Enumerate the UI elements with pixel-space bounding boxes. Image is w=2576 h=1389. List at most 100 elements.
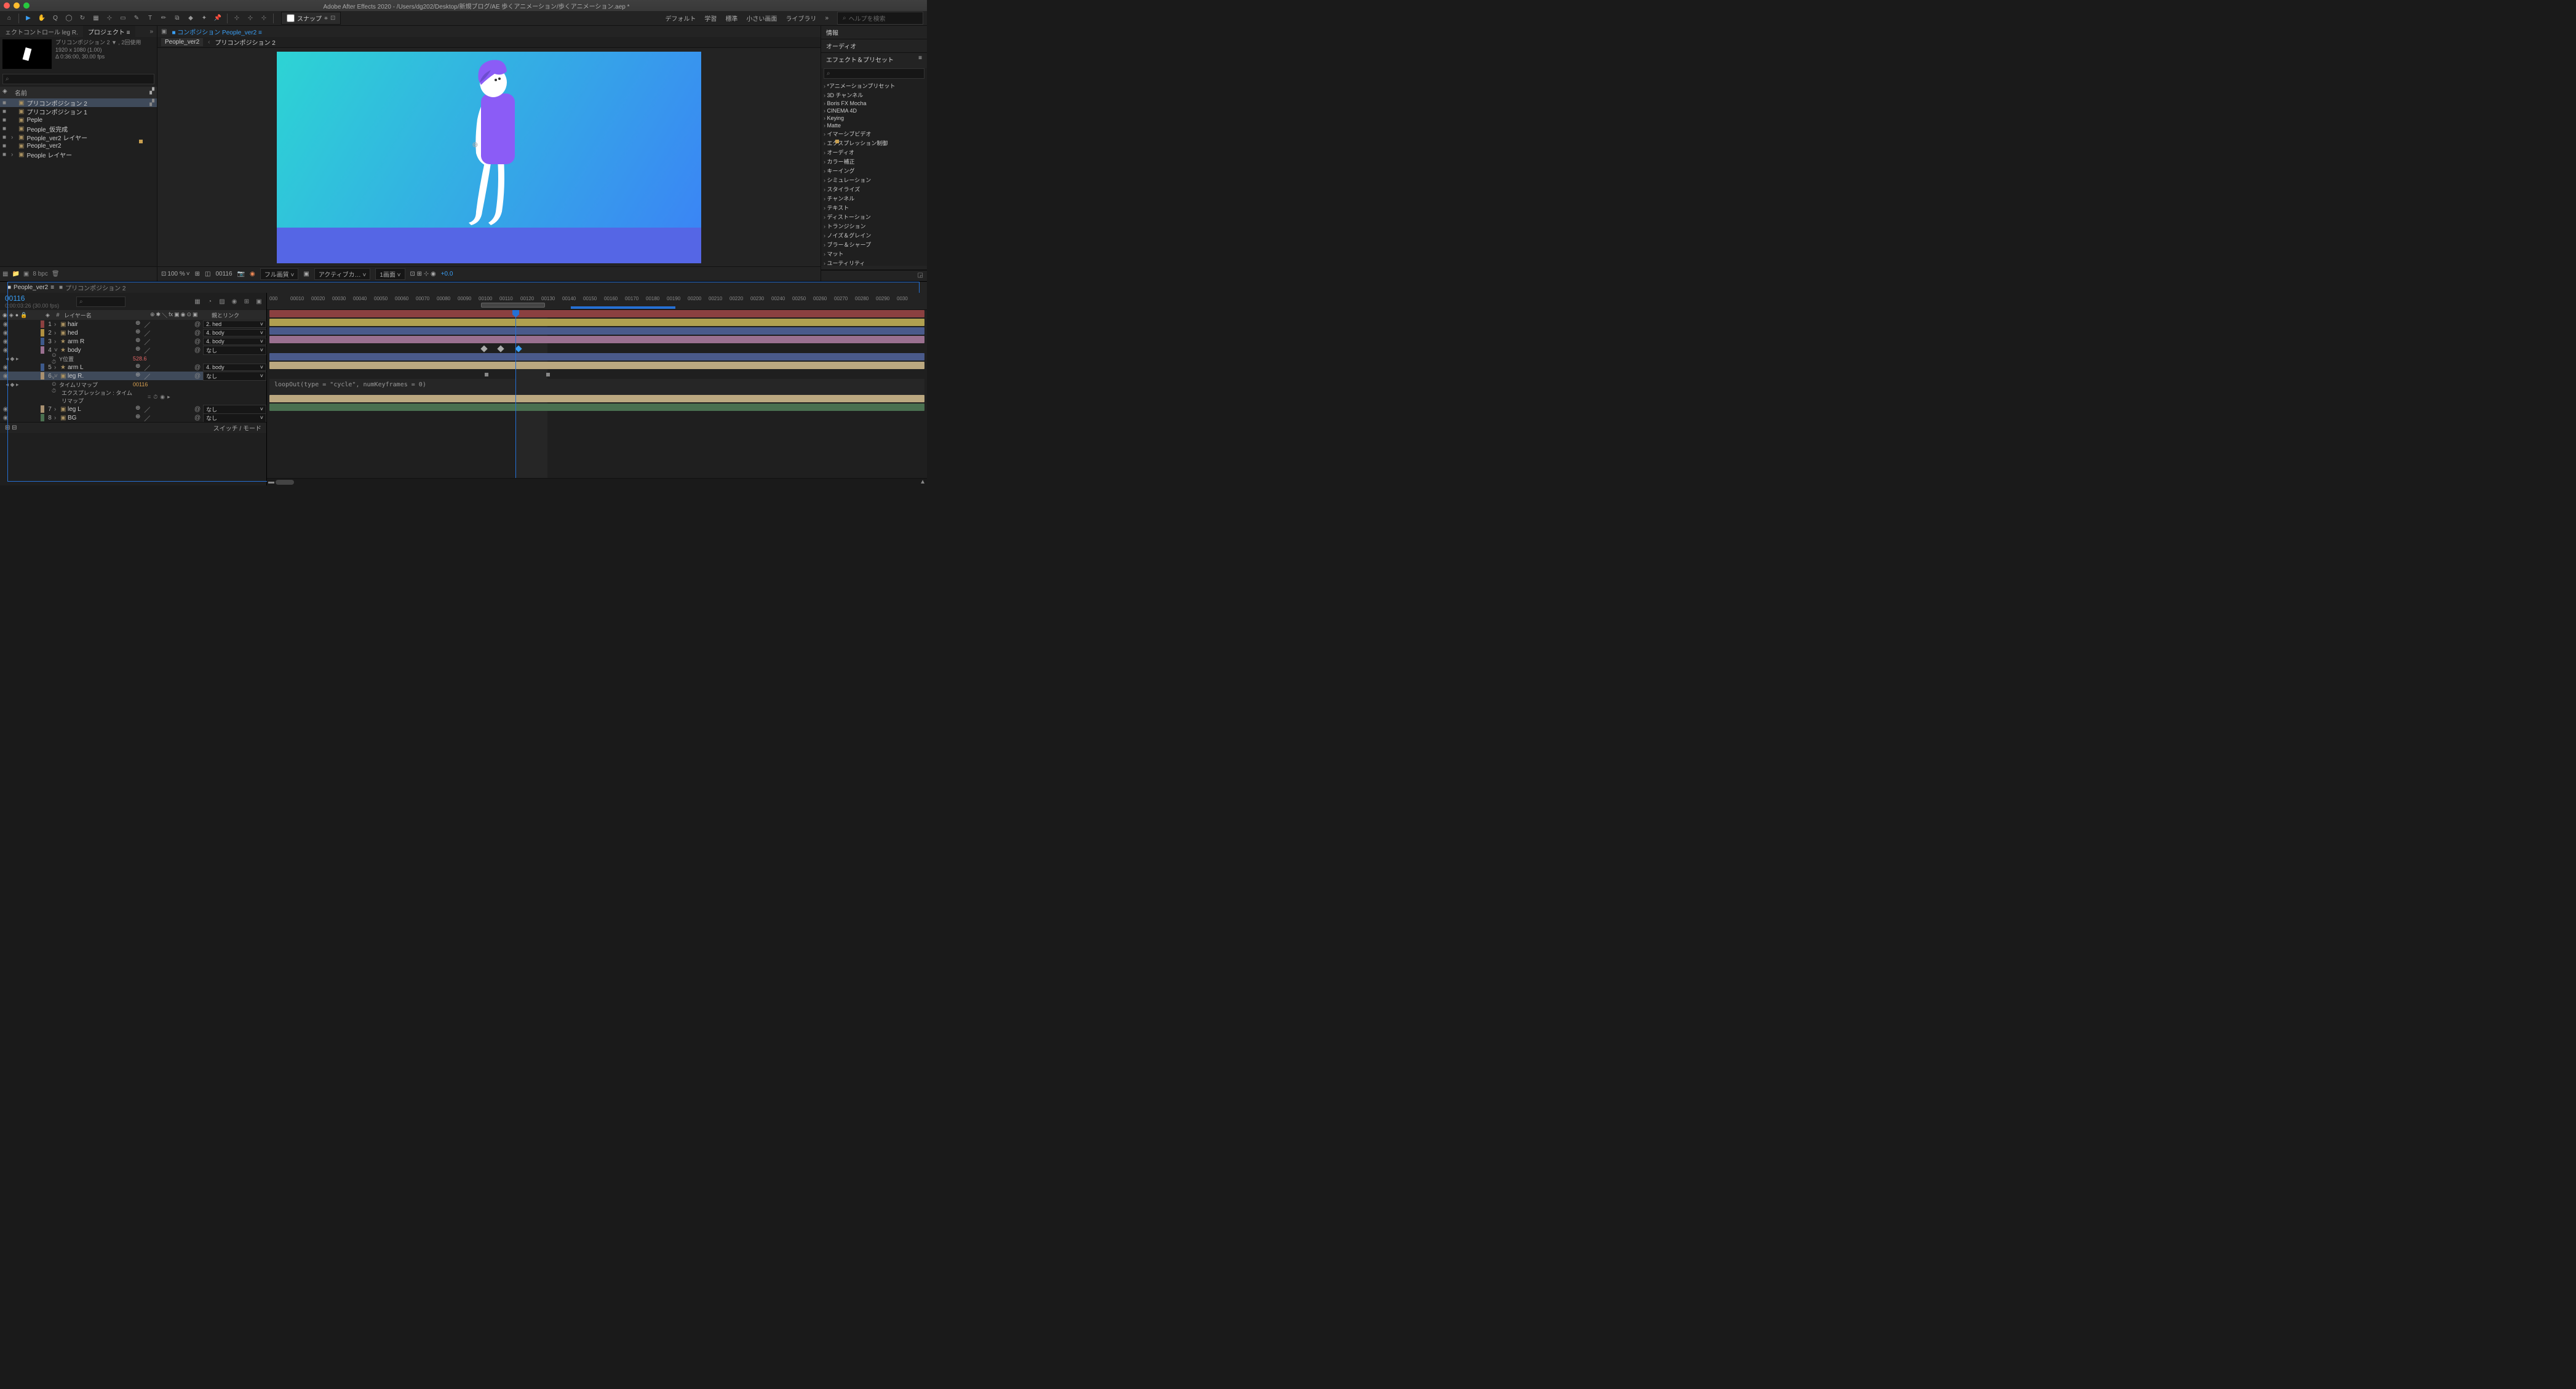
project-item[interactable]: ■›▣People レイヤー xyxy=(0,150,157,159)
project-item[interactable]: ■▣プリコンポジション 2▞ xyxy=(0,98,157,107)
current-time[interactable]: 00116 0:00:03:26 (30.00 fps) xyxy=(0,293,74,310)
snapshot-icon[interactable]: 📷 xyxy=(237,271,245,277)
property-row[interactable]: ◂ ◆ ▸⊙ ⏱Y位置528.6 xyxy=(0,354,266,363)
project-item[interactable]: ■▣プリコンポジション 1 xyxy=(0,107,157,116)
layer-row[interactable]: ◉ 2 › ▣ hed ⊕／ @4. body˅ xyxy=(0,328,266,337)
parent-select[interactable]: なし˅ xyxy=(203,372,266,381)
type-column-icon[interactable]: ▞ xyxy=(149,88,154,97)
resolution-select[interactable]: フル画質 ˅ xyxy=(260,268,299,280)
exposure[interactable]: +0.0 xyxy=(441,271,453,277)
puppet-tool-icon[interactable]: 📌 xyxy=(212,13,223,24)
layer-bar[interactable] xyxy=(269,404,924,411)
anchor-tool-icon[interactable]: ⊹ xyxy=(104,13,115,24)
graph-icon[interactable]: ⊞ xyxy=(242,297,252,306)
trash-icon[interactable]: 🗑 xyxy=(52,271,60,277)
help-search[interactable]: ⌕ ヘルプを検索 xyxy=(837,12,923,25)
frame-blend-icon[interactable]: ▨ xyxy=(217,297,227,306)
effects-panel-header[interactable]: エフェクト＆プリセット≡ xyxy=(821,53,927,66)
project-search[interactable]: ⌕ xyxy=(2,74,154,84)
folder-icon[interactable]: 📁 xyxy=(12,271,19,277)
canvas[interactable]: ⊕ xyxy=(277,52,701,263)
effect-category[interactable]: スタイライズ xyxy=(824,185,924,194)
name-column[interactable]: 名前 xyxy=(15,88,27,97)
snap-toggle[interactable]: スナップ ⚹ ⊡ xyxy=(281,12,341,25)
label-column-icon[interactable]: ◈ xyxy=(2,88,15,97)
effect-category[interactable]: カラー補正 xyxy=(824,157,924,166)
channel-icon[interactable]: ◉ xyxy=(250,271,255,277)
world-axis-icon[interactable]: ⊹ xyxy=(245,13,256,24)
layer-bar[interactable] xyxy=(269,353,924,360)
mask-icon[interactable]: ◫ xyxy=(205,271,210,277)
layer-panel-icon[interactable]: ▣ xyxy=(161,28,167,35)
scroll-thumb[interactable] xyxy=(276,480,294,485)
effect-category[interactable]: キーイング xyxy=(824,166,924,175)
layer-row[interactable]: ◉ 6 ˅ ▣ leg R. ⊕／ @なし˅ xyxy=(0,372,266,380)
effect-category[interactable]: ブラー＆シャープ xyxy=(824,240,924,249)
window-controls[interactable] xyxy=(4,2,30,9)
grid-icon[interactable]: ⊞ xyxy=(195,271,200,277)
current-frame[interactable]: 00116 xyxy=(215,271,232,277)
screens-select[interactable]: 1画面 ˅ xyxy=(375,268,405,280)
info-panel-header[interactable]: 情報 xyxy=(821,26,927,39)
layer-row[interactable]: ◉ 5 › ★ arm L ⊕／ @4. body˅ xyxy=(0,363,266,372)
workspace-more-icon[interactable]: » xyxy=(825,15,829,22)
anchor-point-icon[interactable]: ⊕ xyxy=(472,140,478,146)
clone-tool-icon[interactable]: ⧉ xyxy=(172,13,183,24)
bounding-handle[interactable] xyxy=(835,140,839,143)
draft3d-icon[interactable]: ▣ xyxy=(254,297,264,306)
workspace-learn[interactable]: 学習 xyxy=(704,14,717,23)
layer-bar[interactable] xyxy=(269,319,924,326)
project-tab[interactable]: プロジェクト ≡ xyxy=(83,26,135,38)
parent-select[interactable]: なし˅ xyxy=(203,405,266,414)
layer-bar[interactable] xyxy=(269,327,924,335)
hand-tool-icon[interactable]: ✋ xyxy=(36,13,47,24)
shape-tool-icon[interactable]: ▭ xyxy=(117,13,129,24)
effect-category[interactable]: チャンネル xyxy=(824,194,924,203)
view-select[interactable]: アクティブカ… ˅ xyxy=(314,268,371,280)
close-icon[interactable] xyxy=(4,2,10,9)
property-row[interactable]: ◂ ◆ ▸˅ ⊙ ⏱タイムリマップ00116 xyxy=(0,380,266,389)
time-ruler[interactable]: 0000001000020000300004000050000600007000… xyxy=(267,293,927,310)
layer-bar[interactable] xyxy=(269,362,924,369)
effects-search[interactable]: ⌕ xyxy=(824,68,924,79)
view-options-icon[interactable]: ⊡ ⊞ ⊹ ◉ xyxy=(410,271,436,277)
audio-panel-header[interactable]: オーディオ xyxy=(821,39,927,52)
comp-mini-icon[interactable]: ▦ xyxy=(193,297,202,306)
panel-resize-icon[interactable]: ◲ xyxy=(821,270,927,281)
rotate-tool-icon[interactable]: ↻ xyxy=(77,13,88,24)
effect-category[interactable]: トランジション xyxy=(824,221,924,231)
eraser-tool-icon[interactable]: ◆ xyxy=(185,13,196,24)
workspace-default[interactable]: デフォルト xyxy=(665,14,696,23)
playhead[interactable] xyxy=(515,310,516,478)
effect-category[interactable]: CINEMA 4D xyxy=(824,107,924,114)
project-list[interactable]: ■▣プリコンポジション 2▞■▣プリコンポジション 1■▣Peple■▣Peop… xyxy=(0,98,157,266)
camera-tool-icon[interactable]: ▦ xyxy=(90,13,101,24)
breadcrumb-current[interactable]: People_ver2 xyxy=(161,38,203,46)
zoom-in-icon[interactable]: ▲ xyxy=(920,479,926,485)
parent-select[interactable]: 4. body˅ xyxy=(203,364,266,371)
interpret-icon[interactable]: ▦ xyxy=(2,271,8,277)
effect-category[interactable]: ノイズ＆グレイン xyxy=(824,231,924,240)
toggle-switches-icon[interactable]: ⊞ ⊟ xyxy=(5,424,17,431)
timeline-tab-active[interactable]: ■ People_ver2 ≡ xyxy=(7,284,54,291)
project-item[interactable]: ■▣People_ver2 xyxy=(0,141,157,150)
effect-category[interactable]: イマーシブビデオ xyxy=(824,129,924,138)
brush-tool-icon[interactable]: ✏ xyxy=(158,13,169,24)
magnification[interactable]: ⊡ 100 % ˅ xyxy=(161,271,190,277)
switches-modes-toggle[interactable]: スイッチ / モード xyxy=(213,423,261,432)
layer-row[interactable]: ◉ 8 › ▣ BG ⊕／ @なし˅ xyxy=(0,413,266,422)
workspace-library[interactable]: ライブラリ xyxy=(785,14,816,23)
effects-list[interactable]: *アニメーションプリセット3D チャンネルBoris FX MochaCINEM… xyxy=(821,81,927,266)
motion-blur-icon[interactable]: ◉ xyxy=(229,297,239,306)
effect-category[interactable]: Matte xyxy=(824,122,924,129)
parent-select[interactable]: 4. body˅ xyxy=(203,329,266,336)
keyframe[interactable] xyxy=(546,373,550,376)
home-icon[interactable]: ⌂ xyxy=(4,13,15,24)
layer-row[interactable]: ◉ 4 ˅ ★ body ⊕／ @なし˅ xyxy=(0,346,266,354)
timeline-scrollbar[interactable]: ▬ ▲ xyxy=(267,478,927,485)
project-item[interactable]: ■▣People_仮完成 xyxy=(0,124,157,133)
effect-category[interactable]: Boris FX Mocha xyxy=(824,100,924,107)
effect-controls-tab[interactable]: ェクトコントロール leg R. xyxy=(0,26,83,38)
roi-icon[interactable]: ▣ xyxy=(303,271,309,277)
effect-category[interactable]: テキスト xyxy=(824,203,924,212)
